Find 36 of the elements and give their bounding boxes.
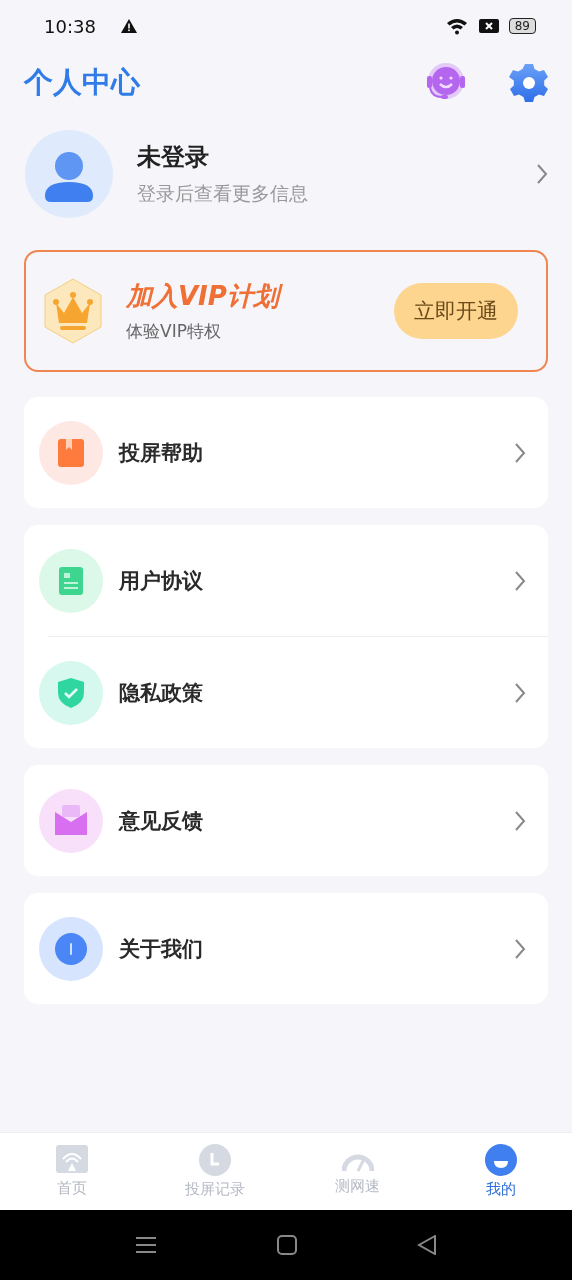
chevron-right-icon xyxy=(514,681,526,704)
settings-icon[interactable] xyxy=(508,62,550,104)
login-hint: 登录后查看更多信息 xyxy=(137,181,308,206)
vip-subtitle: 体验VIP特权 xyxy=(126,320,222,343)
avatar-icon xyxy=(25,130,113,218)
menu-label: 意见反馈 xyxy=(119,807,203,835)
home-icon[interactable] xyxy=(277,1235,297,1255)
battery-indicator: 89 xyxy=(508,18,536,34)
no-sim-icon xyxy=(478,18,499,34)
menu-item[interactable]: 关于我们 xyxy=(24,893,548,1004)
status-time: 10:38 xyxy=(44,15,96,37)
chevron-right-icon xyxy=(514,937,526,960)
login-status: 未登录 xyxy=(137,142,210,173)
page-title: 个人中心 xyxy=(24,64,140,101)
warning-icon xyxy=(119,18,138,34)
chevron-right-icon xyxy=(514,809,526,832)
smile-icon xyxy=(484,1144,517,1176)
tab[interactable]: 我的 xyxy=(429,1133,572,1210)
profile-row[interactable]: 未登录 登录后查看更多信息 xyxy=(0,114,572,220)
activate-button[interactable]: 立即开通 xyxy=(394,283,518,339)
crown-icon xyxy=(42,277,104,345)
menu-icon[interactable] xyxy=(135,1235,157,1255)
chevron-right-icon xyxy=(514,441,526,464)
chevron-right-icon xyxy=(514,569,526,592)
back-icon[interactable] xyxy=(417,1235,437,1255)
menu-label: 投屏帮助 xyxy=(119,439,203,467)
menu-item[interactable]: 意见反馈 xyxy=(24,765,548,876)
menu-label: 隐私政策 xyxy=(119,679,203,707)
chevron-right-icon xyxy=(536,163,548,185)
menu-item[interactable]: 用户协议 xyxy=(24,525,548,636)
menu-item[interactable]: 投屏帮助 xyxy=(24,397,548,508)
menu-label: 用户协议 xyxy=(119,567,203,595)
clock-icon xyxy=(198,1144,231,1176)
menu-label: 关于我们 xyxy=(119,935,203,963)
cast-icon xyxy=(55,1145,88,1175)
menu-item[interactable]: 隐私政策 xyxy=(24,637,548,748)
